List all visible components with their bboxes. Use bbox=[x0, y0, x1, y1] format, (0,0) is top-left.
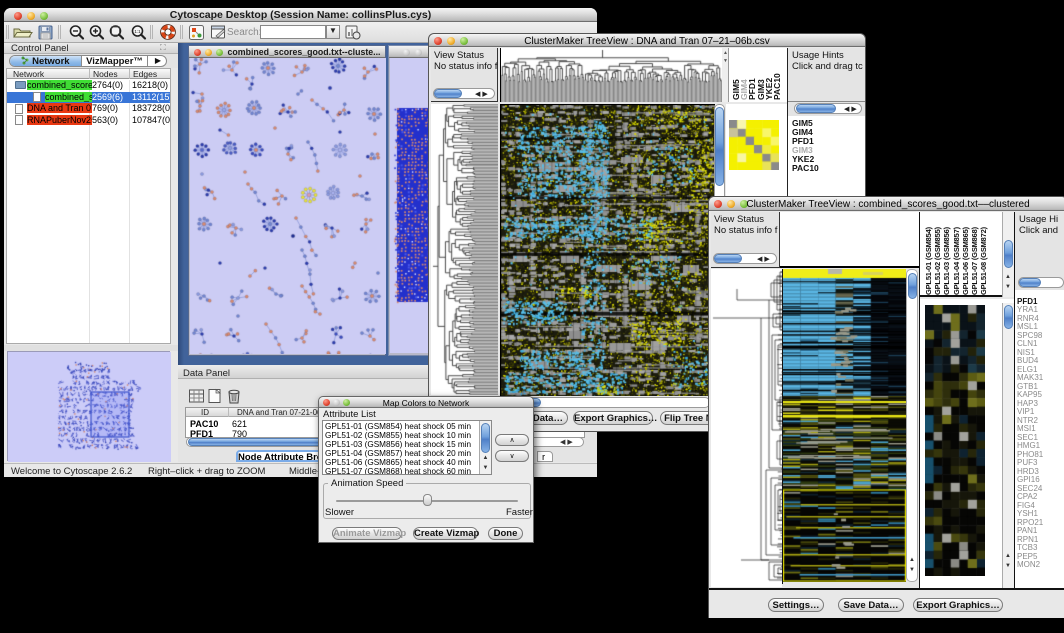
svg-text:1:1: 1:1 bbox=[134, 29, 141, 34]
